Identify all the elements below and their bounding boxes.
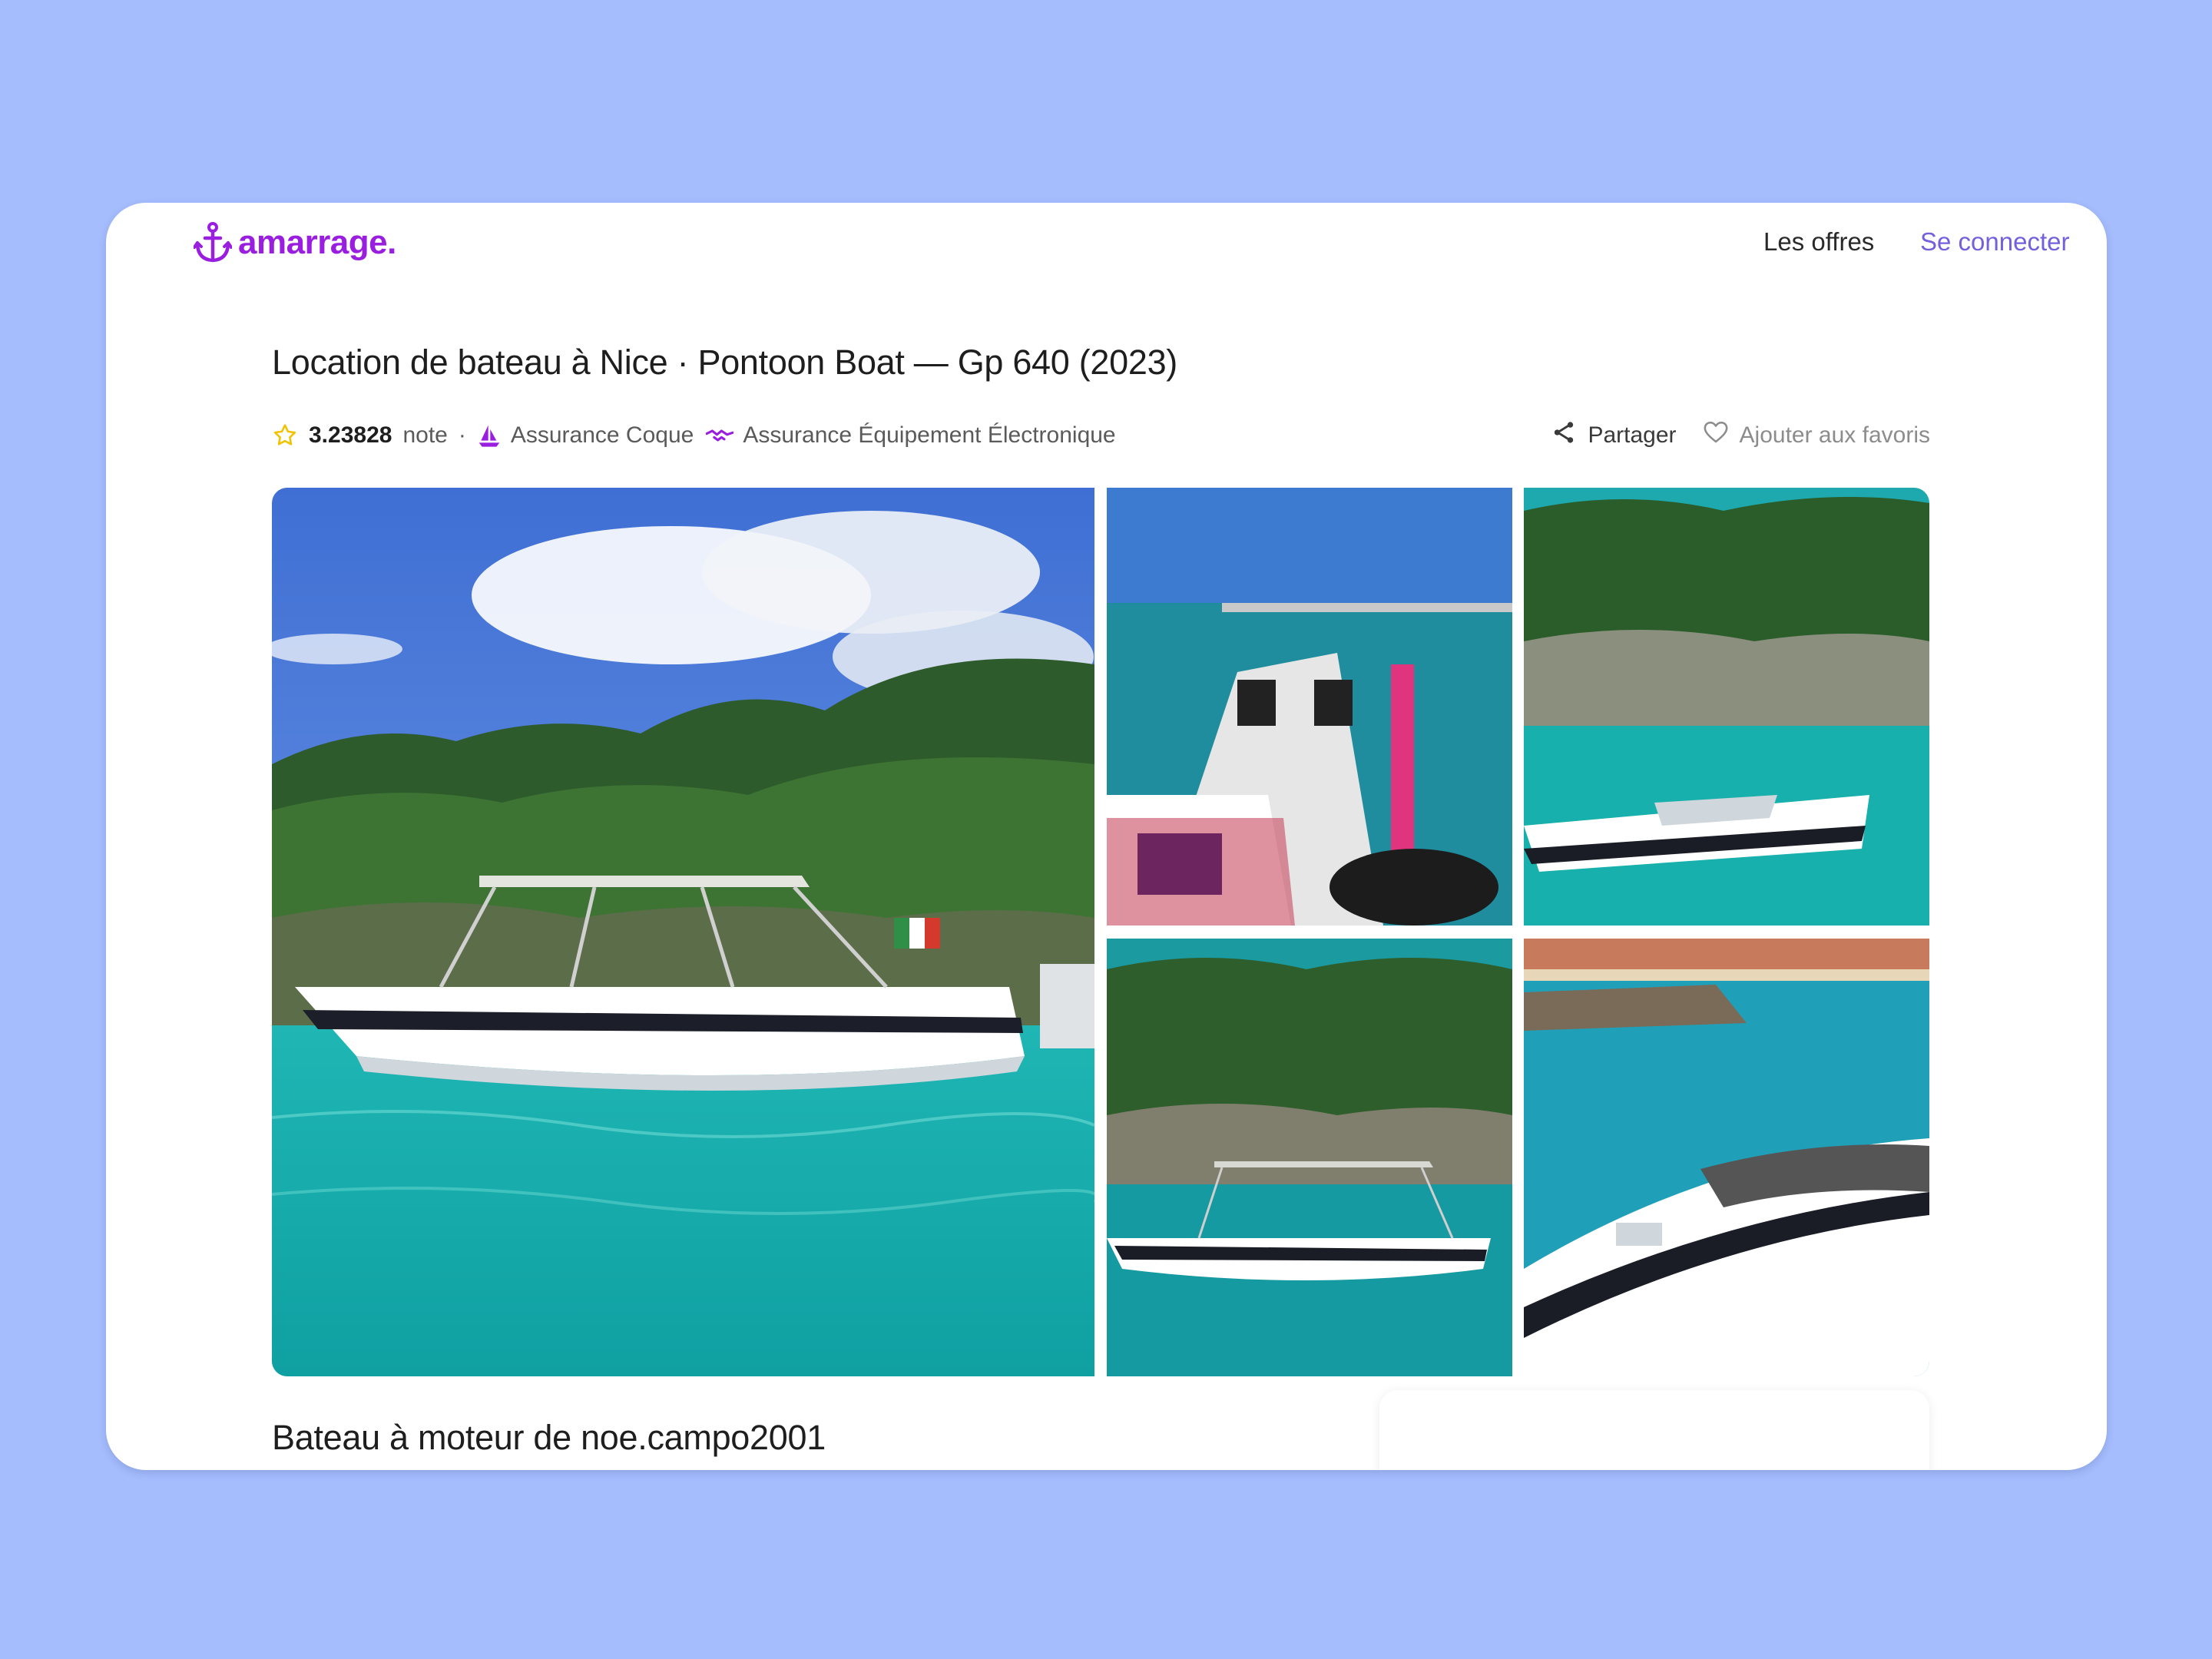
listing-actions: Partager Ajouter aux favoris [1551,416,1930,455]
gallery-photo-5[interactable] [1524,939,1929,1376]
share-label: Partager [1588,422,1677,448]
heart-icon [1703,419,1729,452]
listing-subtitle: Bateau à moteur de noe.campo2001 [272,1418,826,1457]
top-nav: amarrage. Les offres Se connecter [106,203,2107,295]
listing-title: Location de bateau à Nice · Pontoon Boat… [272,343,1177,382]
favorite-label: Ajouter aux favoris [1739,422,1930,448]
share-icon [1551,419,1577,452]
nav-offers-link[interactable]: Les offres [1763,227,1874,257]
handshake-icon [706,425,734,446]
gallery-photo-4[interactable] [1107,939,1512,1376]
anchor-icon [194,222,232,263]
share-button[interactable]: Partager [1551,419,1677,452]
sailboat-icon [477,423,502,448]
brand-name: amarrage. [238,224,396,261]
favorite-button[interactable]: Ajouter aux favoris [1703,419,1930,452]
login-link[interactable]: Se connecter [1920,227,2069,257]
browser-window: amarrage. Les offres Se connecter Locati… [106,203,2107,1470]
insurance-electronics: Assurance Équipement Électronique [743,422,1116,448]
gallery-photo-3[interactable] [1524,488,1929,926]
meta-separator: · [458,422,466,448]
gallery-photo-main[interactable] [272,488,1094,1376]
rating-suffix: note [402,422,448,448]
brand-logo[interactable]: amarrage. [194,221,396,264]
photo-gallery [272,488,1929,1376]
listing-meta: 3.23828 note · Assurance Coque Assurance… [272,416,1116,455]
rating-value: 3.23828 [309,422,392,448]
insurance-hull: Assurance Coque [510,422,694,448]
booking-card [1379,1390,1929,1470]
gallery-photo-2[interactable] [1107,488,1512,926]
star-icon [272,422,298,449]
